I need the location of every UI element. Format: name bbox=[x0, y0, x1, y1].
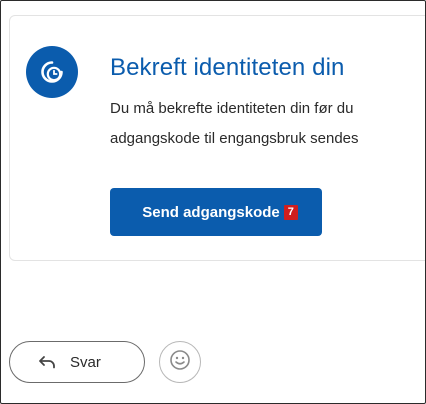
card-title: Bekreft identiteten din bbox=[110, 54, 345, 81]
element-index-badge: 7 bbox=[283, 204, 298, 220]
verify-identity-card: Bekreft identiteten din Du må bekrefte i… bbox=[9, 15, 425, 261]
card-text-line: adgangskode til engangsbruk sendes bbox=[110, 130, 359, 147]
send-code-button[interactable]: Send adgangskode 7 bbox=[110, 188, 322, 236]
emoji-reaction-button[interactable] bbox=[159, 341, 201, 383]
reply-label: Svar bbox=[70, 353, 101, 371]
window-frame: Bekreft identiteten din Du må bekrefte i… bbox=[0, 0, 426, 404]
reply-arrow-icon bbox=[38, 355, 56, 369]
clock-badge-icon bbox=[26, 46, 78, 98]
card-text-line: Du må bekrefte identiteten din før du bbox=[110, 100, 354, 117]
smiley-icon bbox=[169, 349, 191, 376]
send-code-button-label: Send adgangskode bbox=[142, 203, 280, 221]
card-description: Du må bekrefte identiteten din før du ad… bbox=[110, 94, 425, 154]
reply-button[interactable]: Svar bbox=[9, 341, 145, 383]
